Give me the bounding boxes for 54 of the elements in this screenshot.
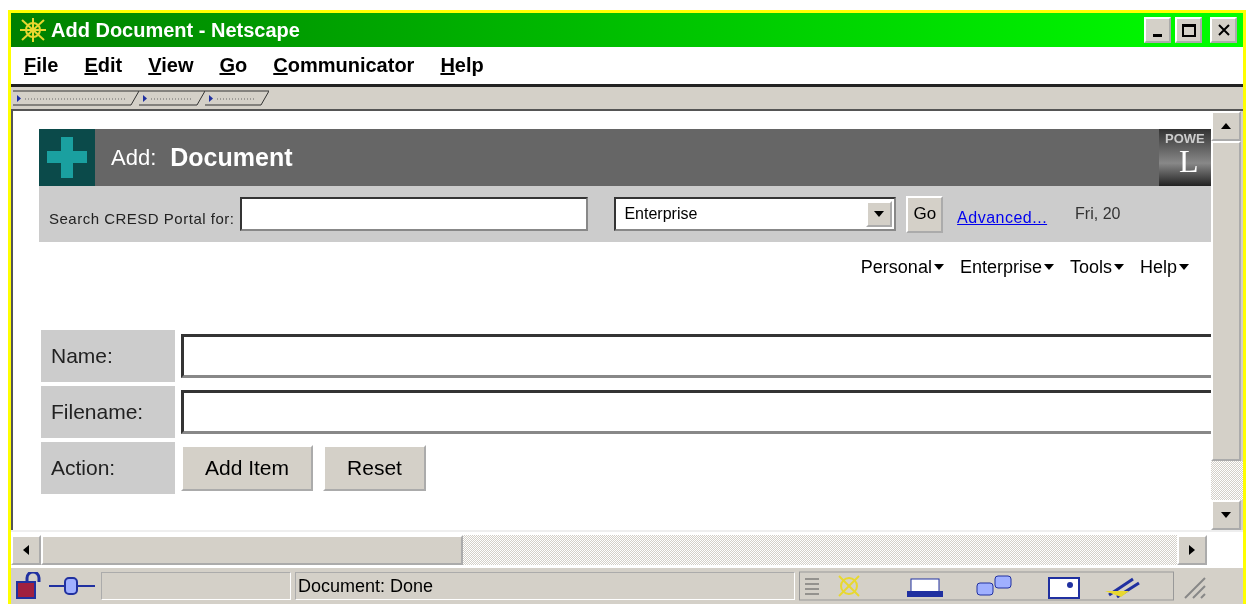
caret-icon	[1043, 263, 1054, 271]
field-label: Name:	[41, 330, 175, 382]
maximize-button[interactable]	[1175, 17, 1202, 43]
minimize-icon	[1153, 33, 1162, 37]
status-text: Document: Done	[297, 575, 434, 597]
menu-item[interactable]: View	[148, 54, 194, 77]
input-field[interactable]	[181, 390, 1211, 434]
menu-item[interactable]: Help	[440, 54, 484, 77]
menu-item[interactable]: Communicator	[273, 54, 415, 77]
caret-icon	[1113, 263, 1124, 271]
scroll-up-button[interactable]	[1211, 111, 1241, 141]
search-label: Search CRESD Portal for:	[49, 209, 235, 227]
padlock-icon[interactable]	[13, 572, 43, 600]
collapsed-toolbars-drawing[interactable]	[13, 89, 269, 107]
netscape-wheel-icon	[19, 17, 47, 43]
scroll-down-button[interactable]	[1211, 500, 1241, 530]
nav-menu[interactable]: Tools	[1069, 252, 1124, 282]
date-text: Fri, 20	[1075, 205, 1121, 223]
field-label: Action:	[41, 442, 175, 494]
field-label: Filename:	[41, 386, 175, 438]
page-title: Document	[170, 143, 294, 172]
menu-item[interactable]: Go	[219, 54, 248, 77]
scrollbar-thumb[interactable]	[41, 535, 463, 565]
scrollbar-thumb[interactable]	[1211, 141, 1241, 461]
input-field[interactable]	[181, 334, 1211, 378]
dropdown-arrow-icon	[874, 211, 885, 217]
close-button[interactable]	[1210, 17, 1237, 43]
left-arrow-icon	[23, 545, 29, 555]
component-bar-drawing[interactable]	[799, 571, 1175, 601]
scope-dropdown[interactable]: Enterprise	[614, 197, 897, 231]
close-icon	[1215, 23, 1232, 37]
right-arrow-icon	[1189, 545, 1195, 555]
nav-menu[interactable]: Help	[1139, 252, 1189, 282]
plus-icon	[39, 129, 95, 186]
window-title: Add Document - Netscape	[51, 18, 301, 42]
down-arrow-icon	[1221, 512, 1231, 518]
scroll-left-button[interactable]	[11, 535, 41, 565]
minimize-button[interactable]	[1144, 17, 1171, 43]
search-field[interactable]	[240, 197, 589, 231]
advanced-link[interactable]: Advanced...	[957, 209, 1048, 227]
caret-icon	[933, 263, 944, 271]
menu-item[interactable]: File	[24, 54, 59, 77]
caret-icon	[1179, 263, 1189, 271]
logo: POWE L	[1159, 129, 1211, 186]
nav-menu[interactable]: Personal	[860, 252, 944, 282]
form-button[interactable]: Reset	[323, 445, 426, 491]
up-arrow-icon	[1221, 123, 1231, 129]
form-button[interactable]: Add Item	[181, 445, 314, 491]
nav-menu[interactable]: Enterprise	[959, 252, 1054, 282]
page-title-prefix: Add:	[111, 144, 157, 171]
scroll-right-button[interactable]	[1177, 535, 1207, 565]
maximize-icon	[1180, 23, 1197, 37]
menu-item[interactable]: Edit	[84, 54, 123, 77]
go-button[interactable]: Go	[906, 195, 944, 233]
